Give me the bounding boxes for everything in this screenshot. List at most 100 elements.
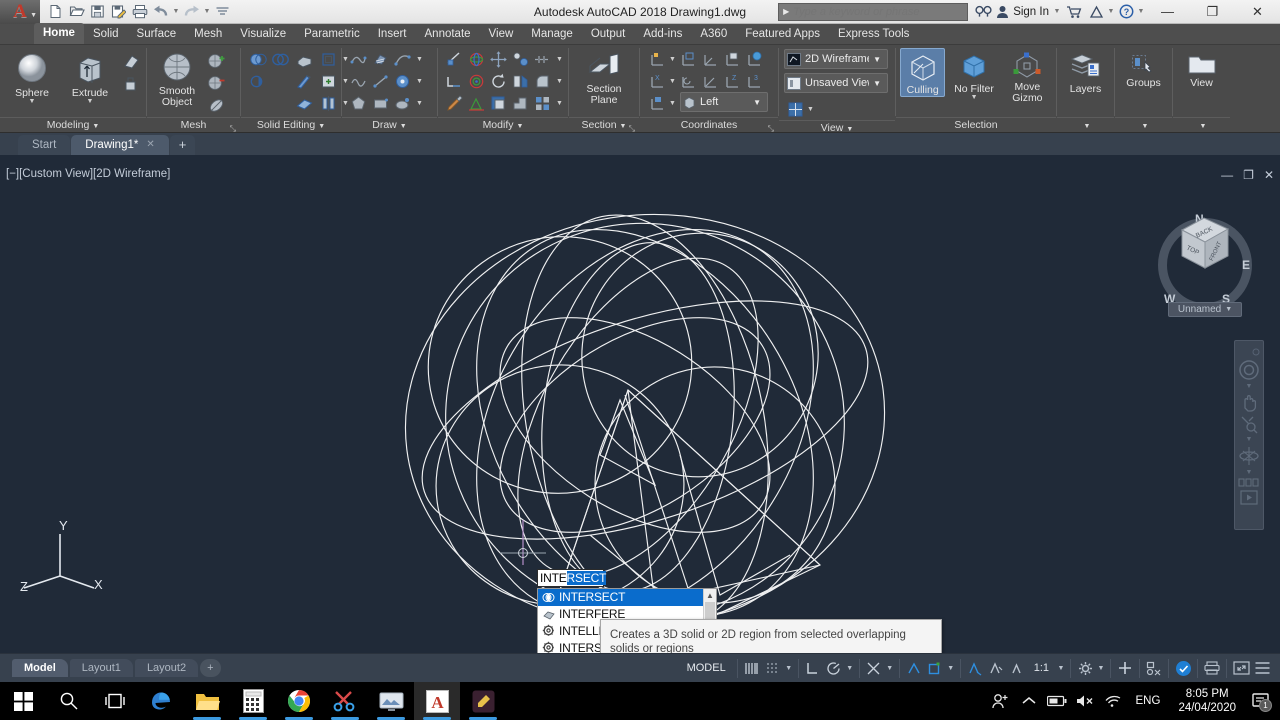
autodesk-a360-icon[interactable] [1085, 0, 1107, 24]
union-button[interactable] [247, 48, 269, 70]
viewport-minimize-icon[interactable]: — [1221, 168, 1233, 182]
editor-app-icon[interactable] [460, 682, 506, 720]
notifications-button[interactable]: 1 [1246, 682, 1276, 720]
file-explorer-icon[interactable] [184, 682, 230, 720]
chevron-down-icon[interactable]: ▼ [1107, 8, 1115, 15]
layout-tab-layout2[interactable]: Layout2 [134, 659, 199, 677]
visual-style-combo[interactable]: 2D Wireframe ▼ [784, 49, 888, 69]
isolate-objects-icon[interactable] [1145, 659, 1163, 678]
autodesk-store-icon[interactable] [1063, 0, 1085, 24]
new-file-tab-button[interactable]: + [169, 135, 196, 155]
chevron-down-icon[interactable]: ▼ [806, 98, 815, 120]
mirror-button[interactable] [509, 70, 531, 92]
chevron-down-icon[interactable]: ▼ [785, 665, 793, 672]
subtract-button[interactable] [269, 48, 291, 70]
presspull-button[interactable] [120, 50, 142, 72]
customization-icon[interactable] [1253, 659, 1271, 678]
offset-button[interactable] [487, 92, 509, 114]
ucs-world-button[interactable] [721, 48, 743, 70]
add-tool-icon[interactable] [1116, 659, 1134, 678]
arc-button[interactable] [391, 48, 413, 70]
polar-tracking-icon[interactable] [825, 659, 843, 678]
viewport-label[interactable]: [−][Custom View][2D Wireframe] [6, 168, 170, 180]
calculator-icon[interactable] [230, 682, 276, 720]
trim-button[interactable] [443, 48, 465, 70]
chevron-down-icon[interactable]: ▼ [29, 98, 36, 105]
ucs-previous-button[interactable] [677, 70, 699, 92]
clean-screen-icon[interactable] [1232, 659, 1250, 678]
sign-in-button[interactable]: Sign In ▼ [994, 5, 1063, 19]
task-view-icon[interactable] [92, 682, 138, 720]
search-input[interactable] [793, 5, 968, 18]
ortho-mode-icon[interactable] [804, 659, 822, 678]
sphere-button[interactable]: Sphere ▼ [4, 48, 60, 105]
chevron-down-icon[interactable]: ▼ [415, 48, 424, 70]
panel-title-view-palette[interactable]: ▼ [1173, 117, 1230, 132]
ucs-button[interactable] [646, 48, 668, 70]
hardware-acceleration-icon[interactable] [1174, 659, 1192, 678]
chevron-down-icon[interactable]: ▼ [869, 79, 885, 88]
3dalign-button[interactable] [509, 48, 531, 70]
circle-button[interactable] [391, 70, 413, 92]
language-indicator[interactable]: ENG [1128, 695, 1169, 707]
smooth-less-button[interactable] [205, 72, 227, 94]
chevron-down-icon[interactable]: ▼ [1053, 8, 1061, 15]
close-icon[interactable]: ✕ [146, 135, 154, 155]
wifi-icon[interactable] [1100, 682, 1126, 720]
plot-status-icon[interactable] [1203, 659, 1221, 678]
ribbon-tab-parametric[interactable]: Parametric [295, 25, 369, 44]
viewcube-compass-e[interactable]: E [1242, 258, 1250, 272]
solid-edit-button[interactable] [120, 72, 142, 94]
ucs-origin-button[interactable] [699, 48, 721, 70]
polygon-button[interactable] [347, 92, 369, 114]
chevron-down-icon[interactable]: ▼ [1225, 306, 1232, 313]
media-app-icon[interactable] [368, 682, 414, 720]
layers-button[interactable]: Layers [1061, 48, 1110, 95]
viewport-maximize-icon[interactable]: ❐ [1243, 168, 1254, 182]
plot-icon[interactable] [130, 2, 149, 21]
ellipse-button[interactable] [391, 92, 413, 114]
autocomplete-item-intersect[interactable]: INTERSECT [538, 589, 716, 606]
panel-title-modeling[interactable]: Modeling ▼ [0, 117, 146, 132]
ribbon-tab-featured-apps[interactable]: Featured Apps [736, 25, 829, 44]
ribbon-tab-view[interactable]: View [480, 25, 523, 44]
grid-display-icon[interactable] [743, 659, 761, 678]
align-button[interactable] [465, 92, 487, 114]
chevron-down-icon[interactable]: ▼ [668, 70, 677, 92]
dynamic-ucs-icon[interactable] [926, 659, 944, 678]
view-cube[interactable]: N E S W BACK TOP FRONT Unnamed ▼ [1150, 200, 1260, 320]
ucs-named-button[interactable] [677, 48, 699, 70]
line-button[interactable] [369, 70, 391, 92]
chevron-down-icon[interactable]: ▼ [886, 665, 894, 672]
qat-customize-icon[interactable] [213, 2, 232, 21]
shell-button[interactable] [293, 92, 315, 114]
new-file-icon[interactable] [46, 2, 65, 21]
refine-mesh-button[interactable] [205, 94, 227, 116]
culling-button[interactable]: Culling [900, 48, 946, 97]
polyline-button[interactable] [347, 48, 369, 70]
close-window-button[interactable]: ✕ [1235, 0, 1280, 24]
snipping-tool-icon[interactable] [322, 682, 368, 720]
zoom-extents-icon[interactable] [1236, 414, 1262, 434]
hatch-button[interactable] [369, 48, 391, 70]
chevron-down-icon[interactable]: ▼ [668, 92, 677, 114]
ucs-3point-button[interactable]: 3 [743, 70, 765, 92]
move-gizmo-button[interactable]: Move Gizmo [1003, 48, 1052, 104]
object-snap-tracking-icon[interactable] [865, 659, 883, 678]
3dmove-button[interactable] [487, 48, 509, 70]
infocenter-icon[interactable] [972, 0, 994, 24]
chevron-down-icon[interactable]: ▼ [1097, 665, 1105, 672]
ucs-face-button[interactable] [743, 48, 765, 70]
groups-button[interactable]: Groups [1119, 48, 1168, 89]
array-button[interactable] [531, 92, 553, 114]
chevron-down-icon[interactable]: ▼ [668, 48, 677, 70]
panel-title-mesh[interactable]: Mesh ⤡ [147, 117, 240, 133]
chevron-down-icon[interactable]: ▼ [1137, 8, 1145, 15]
panel-title-selection[interactable]: Selection [896, 117, 1056, 132]
undo-icon[interactable] [151, 2, 170, 21]
steering-wheel-icon[interactable] [1236, 359, 1262, 381]
chevron-down-icon[interactable]: ▼ [415, 70, 424, 92]
match-properties-button[interactable] [443, 92, 465, 114]
annotation-scale-sync-icon[interactable] [1008, 659, 1026, 678]
chevron-down-icon[interactable]: ▼ [517, 123, 524, 130]
